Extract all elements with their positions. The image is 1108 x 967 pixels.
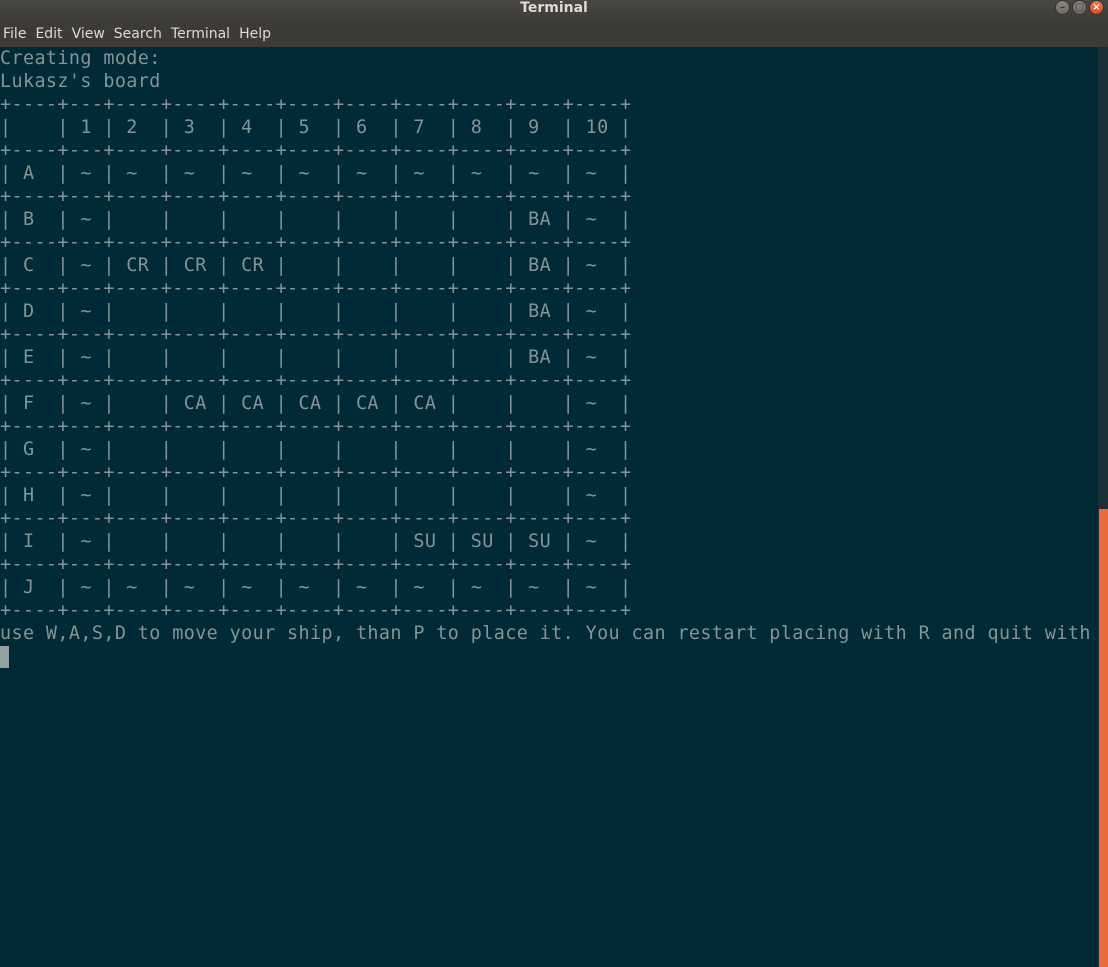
menu-terminal[interactable]: Terminal [168, 22, 234, 47]
terminal-line: +----+---+----+----+----+----+----+----+… [0, 508, 632, 529]
minimize-button[interactable]: – [1055, 0, 1070, 15]
terminal-line: Lukasz's board [0, 71, 161, 92]
terminal-line: | H | ~ | | | | | | | | | ~ | [0, 485, 632, 506]
menu-view[interactable]: View [69, 22, 109, 47]
terminal-window: Terminal – □ × File Edit View Search Ter… [0, 0, 1108, 967]
terminal-line: | D | ~ | | | | | | | | BA | ~ | [0, 301, 632, 322]
terminal-line: +----+---+----+----+----+----+----+----+… [0, 554, 632, 575]
window-controls: – □ × [1055, 0, 1104, 16]
terminal-line: +----+---+----+----+----+----+----+----+… [0, 232, 632, 253]
terminal-cursor [0, 646, 9, 668]
terminal-line: +----+---+----+----+----+----+----+----+… [0, 94, 632, 115]
terminal-line: +----+---+----+----+----+----+----+----+… [0, 416, 632, 437]
terminal-line: | F | ~ | | CA | CA | CA | CA | CA | | |… [0, 393, 632, 414]
terminal-line: Creating mode: [0, 48, 161, 69]
title-bar[interactable]: Terminal – □ × [0, 0, 1108, 22]
close-button[interactable]: × [1089, 0, 1104, 15]
terminal-text: Creating mode: Lukasz's board +----+---+--… [0, 47, 1108, 645]
terminal-line: use W,A,S,D to move your ship, than P to… [0, 623, 1108, 644]
terminal-line: +----+---+----+----+----+----+----+----+… [0, 462, 632, 483]
terminal-line: +----+---+----+----+----+----+----+----+… [0, 324, 632, 345]
scrollbar[interactable] [1098, 47, 1108, 967]
terminal-line: | C | ~ | CR | CR | CR | | | | | BA | ~ … [0, 255, 632, 276]
maximize-button[interactable]: □ [1072, 0, 1087, 15]
terminal-line: | G | ~ | | | | | | | | | ~ | [0, 439, 632, 460]
terminal-line: +----+---+----+----+----+----+----+----+… [0, 186, 632, 207]
scrollbar-thumb[interactable] [1099, 509, 1108, 967]
window-title: Terminal [520, 0, 588, 16]
menu-help[interactable]: Help [236, 22, 275, 47]
terminal-line: | B | ~ | | | | | | | | BA | ~ | [0, 209, 632, 230]
terminal-line: | J | ~ | ~ | ~ | ~ | ~ | ~ | ~ | ~ | ~ … [0, 577, 632, 598]
terminal-line: | A | ~ | ~ | ~ | ~ | ~ | ~ | ~ | ~ | ~ … [0, 163, 632, 184]
menu-edit[interactable]: Edit [32, 22, 66, 47]
terminal-line: +----+---+----+----+----+----+----+----+… [0, 370, 632, 391]
menu-search[interactable]: Search [111, 22, 166, 47]
terminal-line: +----+---+----+----+----+----+----+----+… [0, 600, 632, 621]
menu-bar: File Edit View Search Terminal Help [0, 22, 1108, 47]
terminal-line: +----+---+----+----+----+----+----+----+… [0, 140, 632, 161]
terminal-line: +----+---+----+----+----+----+----+----+… [0, 278, 632, 299]
terminal-output[interactable]: Creating mode: Lukasz's board +----+---+--… [0, 47, 1108, 967]
terminal-line: | E | ~ | | | | | | | | BA | ~ | [0, 347, 632, 368]
terminal-line: | | 1 | 2 | 3 | 4 | 5 | 6 | 7 | 8 | 9 | … [0, 117, 632, 138]
terminal-line: | I | ~ | | | | | | SU | SU | SU | ~ | [0, 531, 632, 552]
menu-file[interactable]: File [0, 22, 30, 47]
